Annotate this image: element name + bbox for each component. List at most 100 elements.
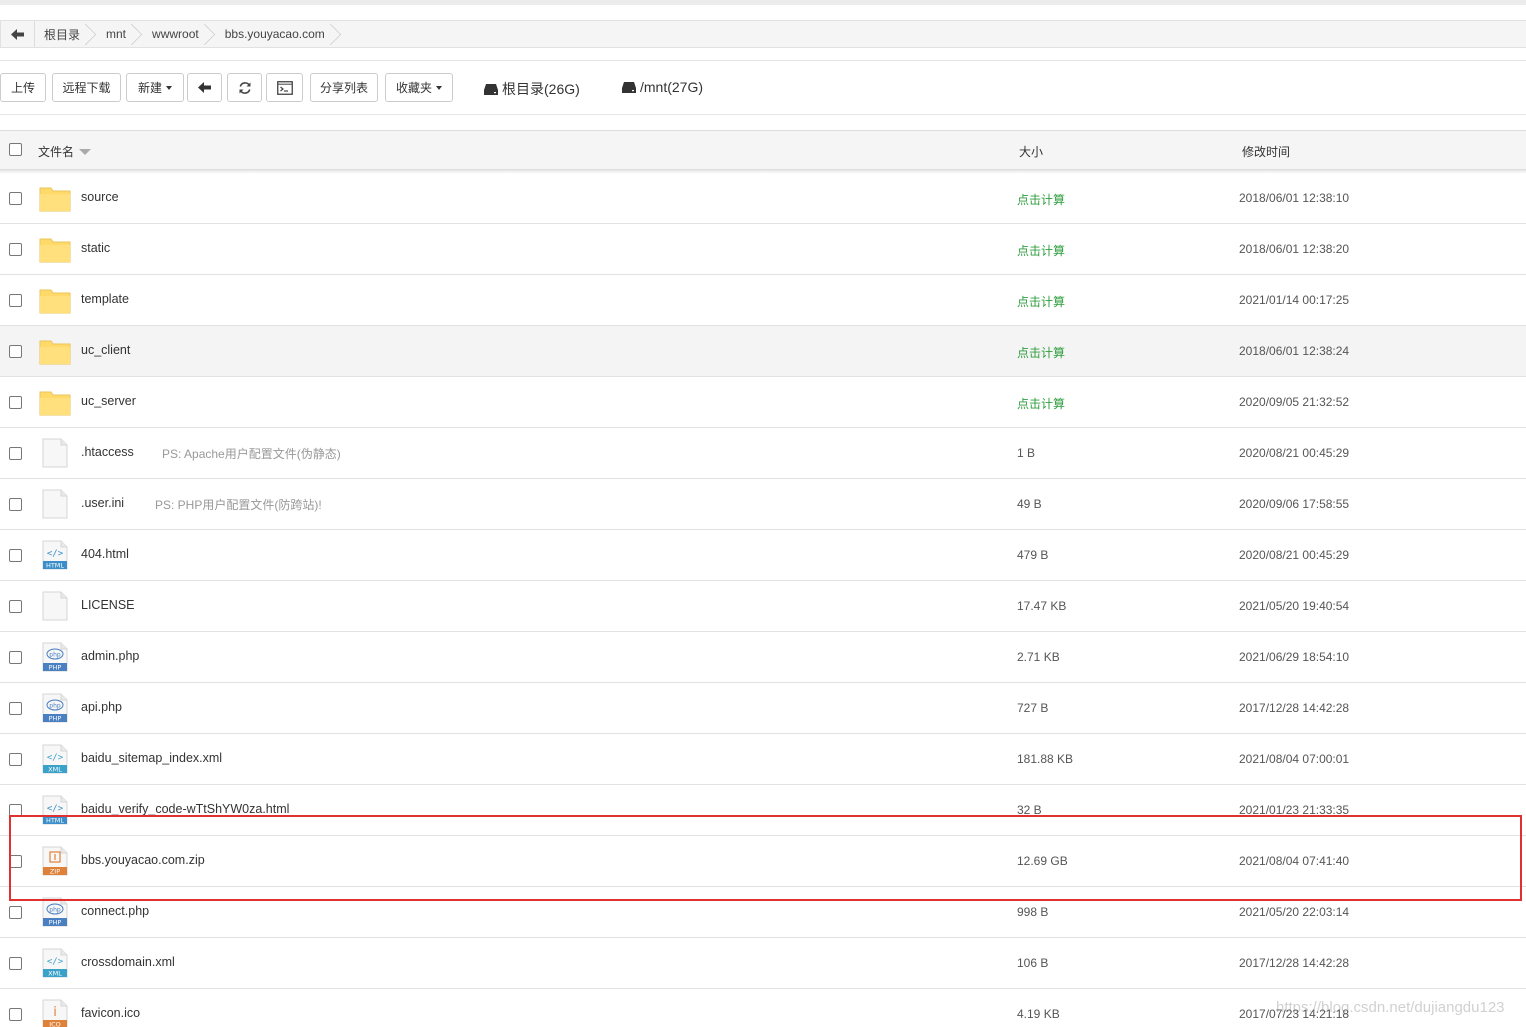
table-row[interactable]: </> HTML baidu_verify_code-wTtShYW0za.html… (0, 785, 1526, 836)
xml-file-icon[interactable]: </> XML (39, 744, 71, 774)
disk-root-label: 根目录(26G) (502, 81, 580, 97)
folder-file-icon[interactable] (39, 183, 71, 213)
disk-root-link[interactable]: 根目录(26G) (484, 79, 580, 99)
ico-file-icon[interactable]: i ICO (39, 999, 71, 1027)
row-checkbox[interactable] (9, 651, 22, 664)
file-name[interactable]: baidu_verify_code-wTtShYW0za.html (81, 802, 289, 816)
table-row[interactable]: template 点击计算 2021/01/14 00:17:25 (0, 275, 1526, 326)
row-checkbox[interactable] (9, 804, 22, 817)
breadcrumb-item-mnt[interactable]: mnt (98, 21, 144, 47)
file-name[interactable]: .htaccess (81, 445, 134, 459)
table-row[interactable]: source 点击计算 2018/06/01 12:38:10 (0, 173, 1526, 224)
row-checkbox[interactable] (9, 294, 22, 307)
folder-file-icon[interactable] (39, 336, 71, 366)
row-checkbox[interactable] (9, 600, 22, 613)
calculate-size-link[interactable]: 点击计算 (1017, 395, 1065, 412)
row-checkbox[interactable] (9, 243, 22, 256)
folder-file-icon[interactable] (39, 285, 71, 315)
row-checkbox[interactable] (9, 753, 22, 766)
table-row[interactable]: php PHP api.php 727 B 2017/12/28 14:42:28 (0, 683, 1526, 734)
row-checkbox[interactable] (9, 345, 22, 358)
upload-label: 上传 (10, 81, 35, 95)
file-name[interactable]: crossdomain.xml (81, 955, 175, 969)
file-name[interactable]: baidu_sitemap_index.xml (81, 751, 222, 765)
file-mtime: 2021/05/20 22:03:14 (1239, 905, 1350, 919)
table-row[interactable]: static 点击计算 2018/06/01 12:38:20 (0, 224, 1526, 275)
table-row[interactable]: .user.ini PS: PHP用户配置文件(防跨站)! 49 B 2020/09/… (0, 479, 1526, 530)
folder-file-icon[interactable] (39, 234, 71, 264)
zip-file-icon[interactable]: ZIP (39, 846, 71, 876)
row-checkbox[interactable] (9, 906, 22, 919)
file-size: 181.88 KB (1017, 752, 1074, 766)
breadcrumb-item-site[interactable]: bbs.youyacao.com (217, 21, 343, 47)
file-name[interactable]: static (81, 241, 110, 255)
html-file-icon[interactable]: </> HTML (39, 540, 71, 570)
breadcrumb-item-wwwroot[interactable]: wwwroot (144, 21, 217, 47)
row-checkbox[interactable] (9, 702, 22, 715)
php-file-icon[interactable]: php PHP (39, 693, 71, 723)
disk-mnt-link[interactable]: /mnt(27G) (622, 79, 703, 95)
calculate-size-link[interactable]: 点击计算 (1017, 191, 1065, 208)
blank-file-icon[interactable] (39, 438, 71, 468)
calculate-size-link[interactable]: 点击计算 (1017, 293, 1065, 310)
blank-file-icon[interactable] (39, 489, 71, 519)
row-checkbox[interactable] (9, 498, 22, 511)
refresh-icon (239, 81, 250, 94)
column-header-mtime[interactable]: 修改时间 (1242, 143, 1290, 160)
row-checkbox[interactable] (9, 957, 22, 970)
folder-file-icon[interactable] (39, 387, 71, 417)
file-name[interactable]: LICENSE (81, 598, 135, 612)
file-name[interactable]: uc_server (81, 394, 136, 408)
table-row[interactable]: </> XML crossdomain.xml 106 B 2017/12/28 14:… (0, 938, 1526, 989)
new-dropdown-button[interactable]: 新建 (126, 73, 184, 102)
table-row[interactable]: </> XML baidu_sitemap_index.xml 181.88 KB 20… (0, 734, 1526, 785)
file-name[interactable]: template (81, 292, 129, 306)
column-header-size[interactable]: 大小 (1019, 143, 1043, 160)
file-name[interactable]: source (81, 190, 119, 204)
file-name[interactable]: uc_client (81, 343, 130, 357)
row-checkbox[interactable] (9, 1008, 22, 1021)
file-name[interactable]: connect.php (81, 904, 149, 918)
svg-text:PHP: PHP (49, 664, 62, 672)
hdd-icon (484, 83, 498, 95)
back-button[interactable] (187, 73, 222, 102)
php-file-icon[interactable]: php PHP (39, 897, 71, 927)
breadcrumb-back-button[interactable] (1, 21, 35, 47)
file-name[interactable]: api.php (81, 700, 122, 714)
table-row[interactable]: php PHP connect.php 998 B 2021/05/20 22:03:1… (0, 887, 1526, 938)
row-checkbox[interactable] (9, 447, 22, 460)
refresh-button[interactable] (227, 73, 262, 102)
table-row[interactable]: LICENSE 17.47 KB 2021/05/20 19:40:54 (0, 581, 1526, 632)
file-name[interactable]: .user.ini (81, 496, 124, 510)
table-row[interactable]: </> HTML 404.html 479 B 2020/08/21 00:45:29 (0, 530, 1526, 581)
row-checkbox[interactable] (9, 192, 22, 205)
share-list-button[interactable]: 分享列表 (310, 73, 378, 102)
file-name[interactable]: admin.php (81, 649, 139, 663)
table-row[interactable]: php PHP admin.php 2.71 KB 2021/06/29 18:54:1… (0, 632, 1526, 683)
table-row[interactable]: uc_client 点击计算 2018/06/01 12:38:24 (0, 326, 1526, 377)
blank-file-icon[interactable] (39, 591, 71, 621)
table-row[interactable]: ZIP bbs.youyacao.com.zip 12.69 GB 2021/08/0… (0, 836, 1526, 887)
table-row[interactable]: uc_server 点击计算 2020/09/05 21:32:52 (0, 377, 1526, 428)
remote-download-button[interactable]: 远程下载 (52, 73, 121, 102)
calculate-size-link[interactable]: 点击计算 (1017, 242, 1065, 259)
php-file-icon[interactable]: php PHP (39, 642, 71, 672)
html-file-icon[interactable]: </> HTML (39, 795, 71, 825)
column-header-name[interactable]: 文件名 (38, 143, 92, 160)
terminal-button[interactable] (266, 73, 303, 102)
file-name[interactable]: bbs.youyacao.com.zip (81, 853, 205, 867)
xml-file-icon[interactable]: </> XML (39, 948, 71, 978)
file-mtime: 2017/12/28 14:42:28 (1239, 701, 1350, 715)
svg-text:XML: XML (48, 766, 62, 774)
row-checkbox[interactable] (9, 855, 22, 868)
row-checkbox[interactable] (9, 396, 22, 409)
select-all-checkbox[interactable] (9, 143, 22, 156)
file-name[interactable]: favicon.ico (81, 1006, 140, 1020)
table-row[interactable]: .htaccess PS: Apache用户配置文件(伪静态) 1 B 2020/08… (0, 428, 1526, 479)
breadcrumb-item-root[interactable]: 根目录 (35, 21, 98, 47)
calculate-size-link[interactable]: 点击计算 (1017, 344, 1065, 361)
row-checkbox[interactable] (9, 549, 22, 562)
file-name[interactable]: 404.html (81, 547, 129, 561)
favorites-dropdown-button[interactable]: 收藏夹 (385, 73, 453, 102)
upload-button[interactable]: 上传 (0, 73, 46, 102)
